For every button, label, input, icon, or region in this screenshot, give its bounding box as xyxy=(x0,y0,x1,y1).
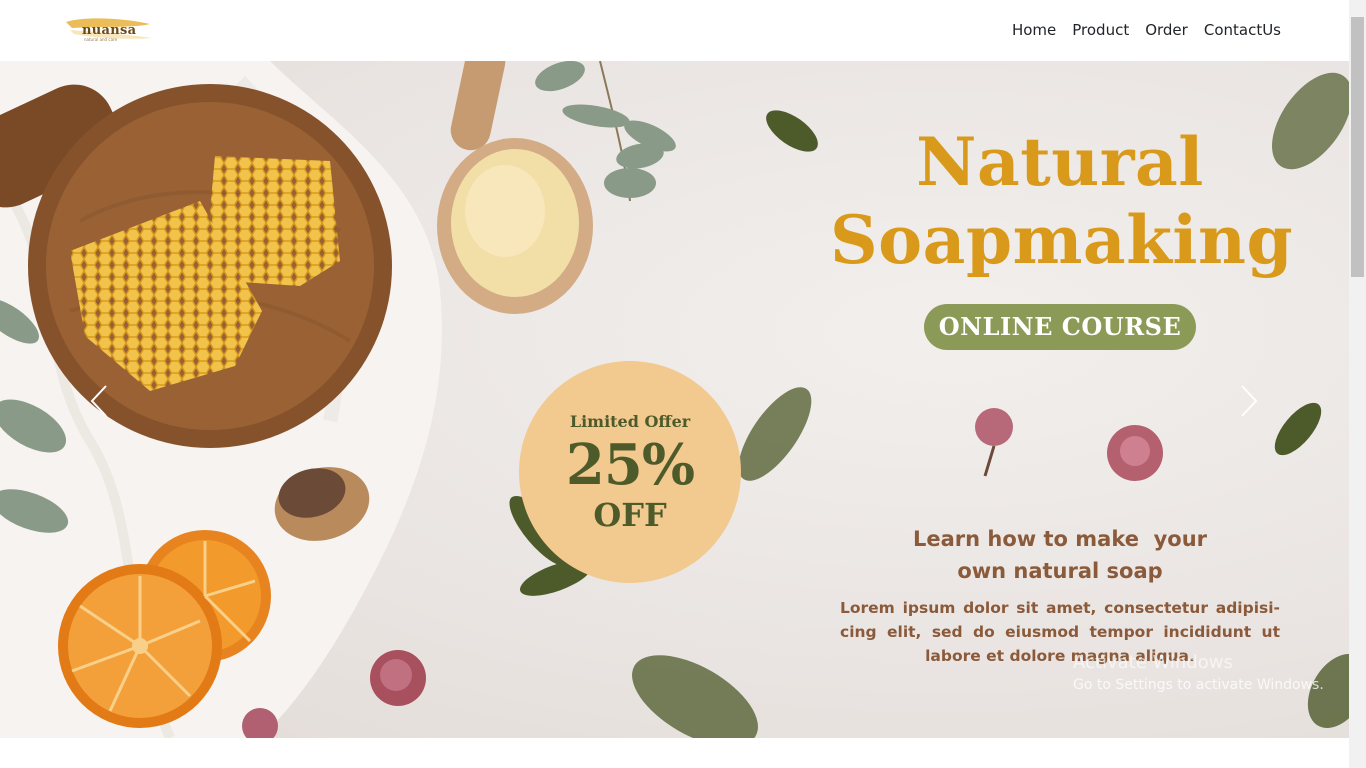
watermark-title: Activate Windows xyxy=(1073,652,1233,673)
chevron-right-icon xyxy=(1241,385,1258,417)
carousel-next-button[interactable] xyxy=(1228,371,1268,431)
headline-line-2: Soapmaking xyxy=(830,201,1294,279)
subheading-line-2: own natural soap xyxy=(957,559,1163,583)
headline-line-1: Natural xyxy=(916,123,1204,201)
windows-activation-watermark: Activate Windows Go to Settings to activ… xyxy=(1073,651,1324,695)
watermark-subtitle: Go to Settings to activate Windows. xyxy=(1073,677,1324,693)
offer-percent: 25% xyxy=(565,432,695,498)
nav-home[interactable]: Home xyxy=(1012,19,1056,41)
chevron-left-icon xyxy=(90,385,107,417)
page-scrollbar[interactable] xyxy=(1349,0,1366,768)
brand-tagline: natural and care xyxy=(84,37,118,42)
top-navbar: nuansa natural and care Home Product Ord… xyxy=(0,0,1349,61)
nav-contact[interactable]: ContactUs xyxy=(1204,19,1281,41)
brand-logo[interactable]: nuansa natural and care xyxy=(64,12,156,48)
hero-subheading: Learn how to make your own natural soap xyxy=(880,523,1240,587)
scrollbar-thumb[interactable] xyxy=(1351,17,1364,277)
offer-suffix: OFF xyxy=(593,496,667,534)
brand-name: nuansa xyxy=(82,23,137,38)
spoon-icon xyxy=(437,61,593,314)
nav-product[interactable]: Product xyxy=(1072,19,1129,41)
main-nav: Home Product Order ContactUs xyxy=(1012,19,1281,41)
hero-carousel: Natural Soapmaking ONLINE COURSE Limited… xyxy=(0,61,1349,738)
offer-label: Limited Offer xyxy=(569,412,691,431)
subheading-line-1: Learn how to make your xyxy=(912,527,1208,551)
offer-circle: Limited Offer 25% OFF xyxy=(519,361,741,583)
carousel-prev-button[interactable] xyxy=(80,371,120,431)
online-course-badge: ONLINE COURSE xyxy=(924,304,1196,350)
nav-order[interactable]: Order xyxy=(1145,19,1188,41)
hero-headline: Natural Soapmaking xyxy=(830,123,1294,279)
